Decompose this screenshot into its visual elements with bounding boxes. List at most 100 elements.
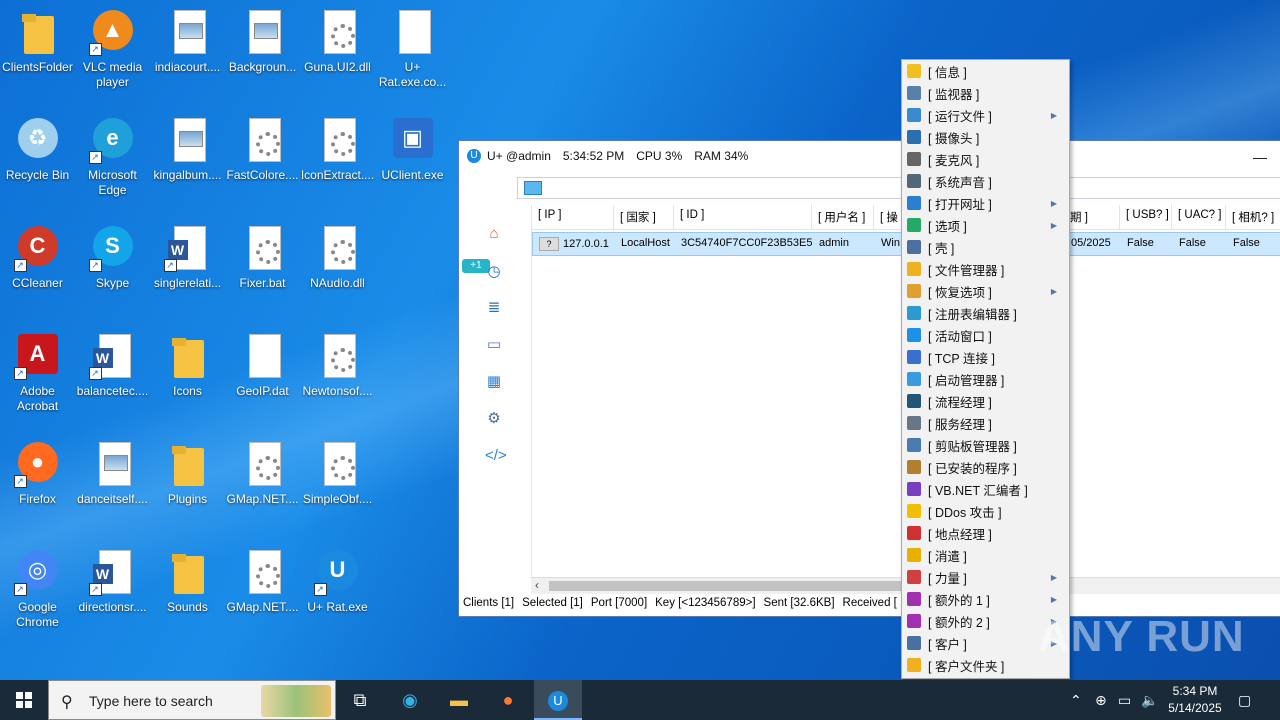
plus-icon — [907, 592, 921, 606]
desktop-icon-edge[interactable]: e ↗ Microsoft Edge — [75, 110, 150, 210]
menu-item[interactable]: [ 流程经理 ] — [902, 390, 1069, 412]
menu-item[interactable]: [ 摄像头 ] — [902, 126, 1069, 148]
menu-item[interactable]: [ TCP 连接 ] — [902, 346, 1069, 368]
menu-item[interactable]: [ VB.NET 汇编者 ] — [902, 478, 1069, 500]
tray-app-icon[interactable]: ⊕ — [1095, 680, 1107, 720]
menu-item[interactable]: [ 信息 ] — [902, 60, 1069, 82]
desktop-icon-gear[interactable]: FastColore.... — [225, 110, 300, 210]
col-id[interactable]: [ ID ] — [674, 205, 812, 229]
desktop-icon-firefox[interactable]: ● ↗ Firefox — [0, 434, 75, 534]
desktop-icon-gear[interactable]: Fixer.bat — [225, 218, 300, 318]
desktop-icon-recycle[interactable]: ♻ Recycle Bin — [0, 110, 75, 210]
menu-item[interactable]: [ 启动管理器 ] — [902, 368, 1069, 390]
menu-item[interactable]: [ 监视器 ] — [902, 82, 1069, 104]
rat-main-window[interactable]: U U+ @admin 5:34:52 PM CPU 3% RAM 34% — … — [458, 140, 1280, 617]
menu-item-label: [ DDos 攻击 ] — [928, 505, 1002, 520]
notifications-icon[interactable]: ▢ — [1238, 680, 1251, 720]
menu-item[interactable]: [ 选项 ] ▶ — [902, 214, 1069, 236]
menu-item[interactable]: [ 已安装的程序 ] — [902, 456, 1069, 478]
desktop-icon-folder[interactable]: ClientsFolder — [0, 2, 75, 102]
cell-date: 05/2025 — [1071, 237, 1111, 249]
menu-item-label: [ 壳 ] — [928, 241, 955, 256]
col-ip[interactable]: [ IP ] — [532, 205, 614, 229]
desktop-icon-image[interactable]: indiacourt.... — [150, 2, 225, 102]
desktop-icon-urat[interactable]: U ↗ U+ Rat.exe — [300, 542, 375, 642]
menu-item-label: [ VB.NET 汇编者 ] — [928, 483, 1028, 498]
desktop-icon-gear[interactable]: NAudio.dll — [300, 218, 375, 318]
menu-item[interactable]: [ 活动窗口 ] — [902, 324, 1069, 346]
desktop-icon-folder[interactable]: Sounds — [150, 542, 225, 642]
menu-item[interactable]: [ 消遣 ] — [902, 544, 1069, 566]
desktop-icon-gear[interactable]: GMap.NET.... — [225, 434, 300, 534]
server-icon[interactable]: ≣ — [485, 299, 503, 317]
home-icon[interactable]: ⌂ — [485, 225, 503, 243]
menu-item[interactable]: [ 服务经理 ] — [902, 412, 1069, 434]
settings-icon[interactable]: ⚙ — [485, 410, 503, 428]
desktop-icon-word[interactable]: W ↗ balancetec.... — [75, 326, 150, 426]
menu-item[interactable]: [ 力量 ] ▶ — [902, 566, 1069, 588]
col-uac[interactable]: [ UAC? ] — [1172, 205, 1226, 229]
task-view-icon[interactable]: ⧉ — [336, 680, 384, 720]
menu-item[interactable]: [ 运行文件 ] ▶ — [902, 104, 1069, 126]
desktop-icon-folder[interactable]: Icons — [150, 326, 225, 426]
taskbar-search[interactable]: ⚲ Type here to search — [48, 680, 336, 720]
desktop-icon-gear[interactable]: GMap.NET.... — [225, 542, 300, 642]
tray-overflow-icon[interactable]: ⌃ — [1070, 680, 1082, 720]
start-button[interactable] — [0, 680, 48, 720]
desktop-icon-image[interactable]: kingalbum.... — [150, 110, 225, 210]
desktop-icon-acrobat[interactable]: A ↗ Adobe Acrobat — [0, 326, 75, 426]
desktop-icon-label: Recycle Bin — [5, 168, 70, 182]
col-usb[interactable]: [ USB? ] — [1120, 205, 1172, 229]
menu-item[interactable]: [ DDos 攻击 ] — [902, 500, 1069, 522]
code-nav-icon[interactable]: </> — [485, 447, 507, 465]
desktop-icon-gear[interactable]: Guna.UI2.dll — [300, 2, 375, 102]
minimize-button[interactable]: — — [1253, 149, 1267, 165]
menu-item[interactable]: [ 文件管理器 ] — [902, 258, 1069, 280]
history-icon[interactable]: ◷ — [485, 263, 503, 281]
col-os[interactable]: [ 操 — [874, 205, 902, 229]
menu-item[interactable]: [ 额外的 1 ] ▶ — [902, 588, 1069, 610]
desktop-icon-ccleaner[interactable]: C ↗ CCleaner — [0, 218, 75, 318]
scrollbar-thumb[interactable] — [549, 581, 949, 591]
desktop-icon-word[interactable]: W ↗ singlerelati... — [150, 218, 225, 318]
desktop-icon-gear[interactable]: IconExtract.... — [300, 110, 375, 210]
menu-item[interactable]: [ 打开网址 ] ▶ — [902, 192, 1069, 214]
service-icon — [907, 416, 921, 430]
taskbar-clock[interactable]: 5:34 PM 5/14/2025 — [1164, 683, 1226, 717]
menu-item[interactable]: [ 恢复选项 ] ▶ — [902, 280, 1069, 302]
menu-item[interactable]: [ 剪贴板管理器 ] — [902, 434, 1069, 456]
col-date[interactable]: 期 ] — [1064, 205, 1120, 229]
desktop-icon-folder[interactable]: Plugins — [150, 434, 225, 534]
col-country[interactable]: [ 国家 ] — [614, 205, 674, 229]
gear-icon — [239, 440, 287, 488]
volume-icon[interactable]: 🔈 — [1141, 680, 1158, 720]
menu-item[interactable]: [ 壳 ] — [902, 236, 1069, 258]
desktop-icon-app[interactable]: ▣ UClient.exe — [375, 110, 450, 210]
scroll-left-icon[interactable]: ‹ — [535, 578, 539, 592]
desktop-icon-gear[interactable]: SimpleObf.... — [300, 434, 375, 534]
window-titlebar[interactable]: U U+ @admin 5:34:52 PM CPU 3% RAM 34% — — [459, 141, 1280, 171]
desktop-icon-vlc[interactable]: ▲ ↗ VLC media player — [75, 2, 150, 102]
desktop-icon-blank[interactable]: GeoIP.dat — [225, 326, 300, 426]
menu-item[interactable]: [ 注册表编辑器 ] — [902, 302, 1069, 324]
menu-item[interactable]: [ 地点经理 ] — [902, 522, 1069, 544]
tcp-icon — [907, 350, 921, 364]
urat-taskbar-icon[interactable]: U — [534, 680, 582, 720]
desktop-icon-skype[interactable]: S ↗ Skype — [75, 218, 150, 318]
firefox-taskbar-icon[interactable]: ● — [484, 680, 532, 720]
desktop-icon-image[interactable]: danceitself.... — [75, 434, 150, 534]
col-username[interactable]: [ 用户名 ] — [812, 205, 874, 229]
dashboard-icon[interactable]: ▦ — [485, 373, 503, 391]
monitor-nav-icon[interactable]: ▭ — [485, 336, 503, 354]
desktop-icon-chrome[interactable]: ◎ ↗ Google Chrome — [0, 542, 75, 642]
edge-taskbar-icon[interactable]: ◉ — [386, 680, 434, 720]
desktop-icon-word[interactable]: W ↗ directionsr.... — [75, 542, 150, 642]
file-explorer-icon[interactable]: ▬ — [435, 680, 483, 720]
col-camera[interactable]: [ 相机? ] — [1226, 205, 1280, 229]
menu-item[interactable]: [ 系统声音 ] — [902, 170, 1069, 192]
desktop-icon-image[interactable]: Backgroun... — [225, 2, 300, 102]
menu-item[interactable]: [ 麦克风 ] — [902, 148, 1069, 170]
desktop-icon-gear[interactable]: Newtonsof.... — [300, 326, 375, 426]
desktop-icon-blank[interactable]: U+ Rat.exe.co... — [375, 2, 450, 102]
network-icon[interactable]: ▭ — [1118, 680, 1131, 720]
